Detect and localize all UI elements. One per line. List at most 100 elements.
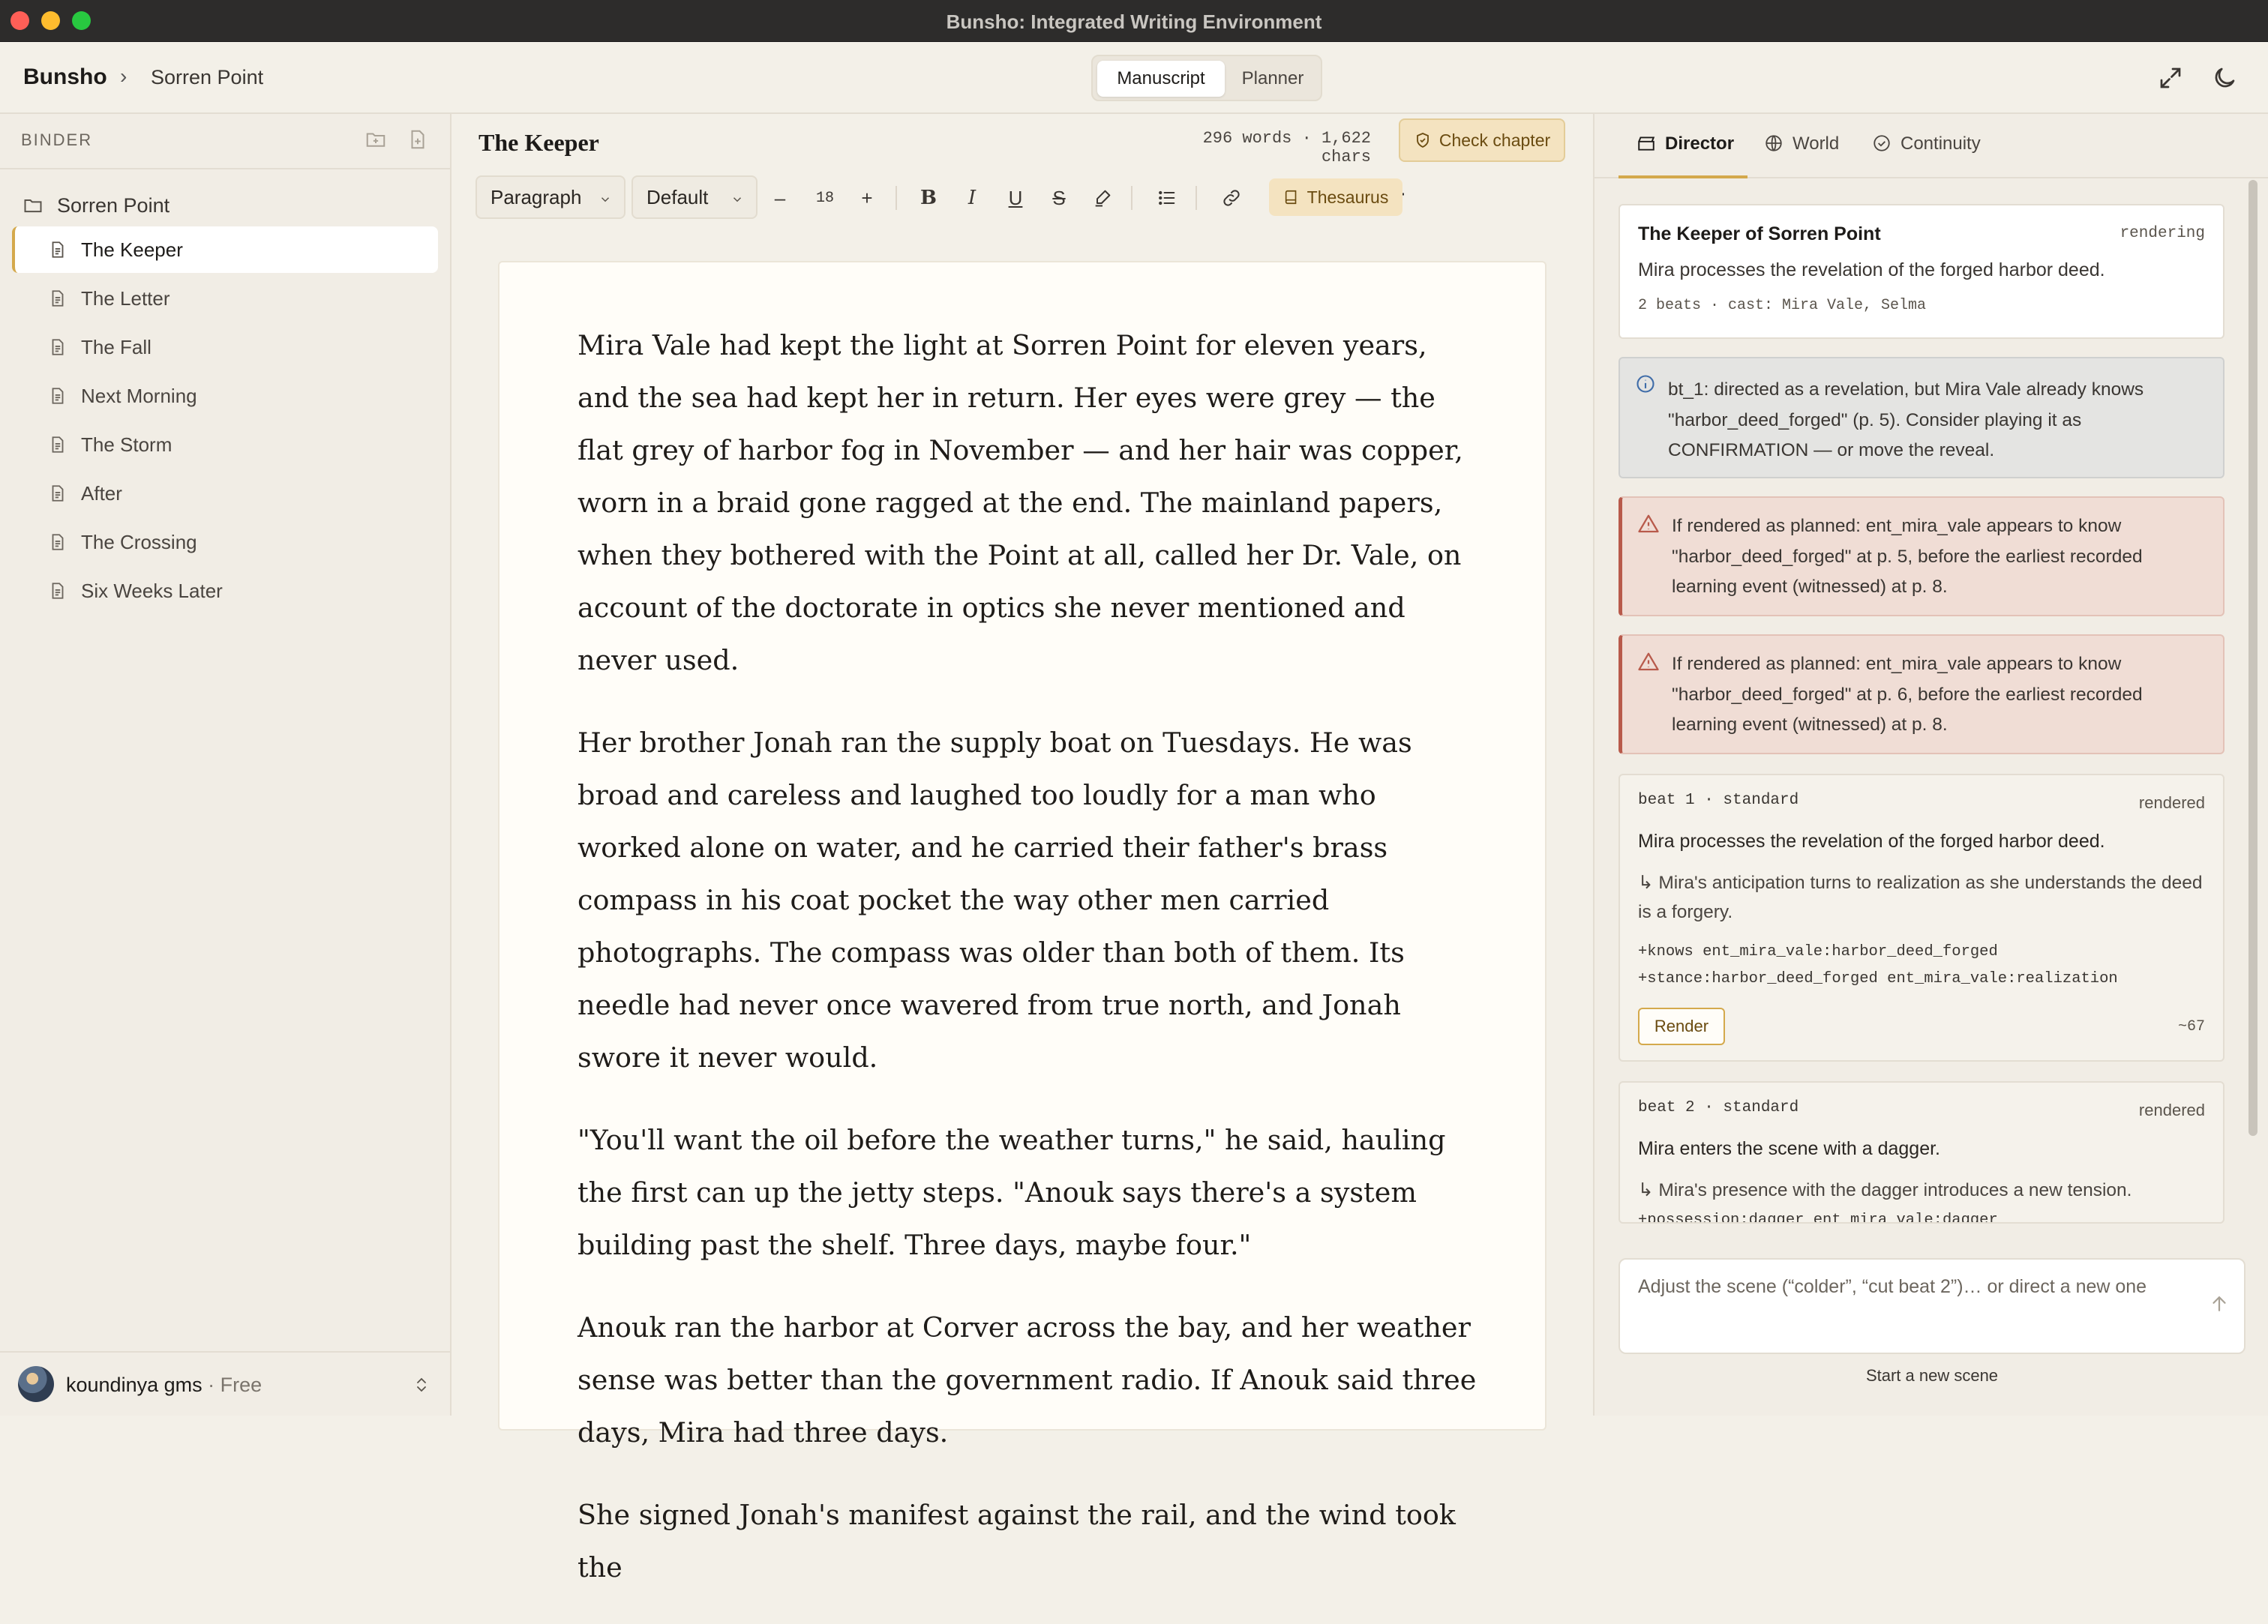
info-notice: bt_1: directed as a revelation, but Mira… [1618,357,2224,478]
shield-check-icon [1416,133,1429,148]
manuscript-page[interactable]: Mira Vale had kept the light at Sorren P… [498,261,1546,1584]
beat-card-2[interactable]: beat 2 · standard rendered Mira enters t… [1618,1081,2224,1224]
mode-switcher: Manuscript Planner [1091,55,1322,101]
chapter-item-the-crossing[interactable]: The Crossing [12,519,438,565]
tab-world-label: World [1792,133,1840,154]
paragraph-style-select[interactable]: Paragraph [476,175,626,219]
chapter-item-six-weeks-later[interactable]: Six Weeks Later [12,568,438,614]
check-circle-icon [1874,135,1890,151]
font-value: Default [646,185,709,208]
chapter-item-the-keeper[interactable]: The Keeper [12,226,438,273]
new-document-icon[interactable] [406,128,429,151]
document-icon [52,485,64,502]
beat-description: Mira processes the revelation of the for… [1638,831,2105,852]
highlighter-icon[interactable] [1088,183,1118,213]
chapter-label: The Storm [81,433,172,456]
tree-root-folder[interactable]: Sorren Point [22,189,170,222]
info-text: bt_1: directed as a revelation, but Mira… [1668,379,2144,460]
warning-icon [1638,652,1659,671]
tab-world[interactable]: World [1746,133,1851,178]
user-name: koundinya gms [66,1374,202,1396]
underline-button[interactable]: U [1000,183,1030,213]
document-icon [52,241,64,258]
chapter-label: The Crossing [81,530,197,553]
prompt-placeholder: Adjust the scene (“colder”, “cut beat 2”… [1638,1276,2147,1297]
chapter-item-the-storm[interactable]: The Storm [12,421,438,468]
warning-icon [1638,514,1659,533]
beat-card-1[interactable]: beat 1 · standard rendered Mira processe… [1618,774,2224,1062]
director-prompt-input[interactable]: Adjust the scene (“colder”, “cut beat 2”… [1618,1258,2246,1354]
chapter-item-the-letter[interactable]: The Letter [12,275,438,322]
manuscript-text[interactable]: Mira Vale had kept the light at Sorren P… [578,319,1485,1624]
paragraph-style-value: Paragraph [490,185,582,208]
warning-card: If rendered as planned: ent_mira_vale ap… [1618,496,2224,616]
editor-pane: The Keeper 296 words · 1,622 chars Check… [453,114,1593,1584]
new-folder-icon[interactable] [364,128,387,151]
app-header: Bunsho › Sorren Point Manuscript Planner [0,42,2268,114]
chevron-updown-icon[interactable] [412,1375,430,1395]
window-title: Bunsho: Integrated Writing Environment [946,10,1322,33]
check-chapter-button[interactable]: Check chapter [1399,118,1565,162]
paragraph[interactable]: Mira Vale had kept the light at Sorren P… [578,319,1485,687]
tab-planner[interactable]: Planner [1226,61,1319,97]
paragraph[interactable]: Anouk ran the harbor at Corver across th… [578,1302,1485,1459]
chapter-item-the-fall[interactable]: The Fall [12,324,438,370]
breadcrumb-project[interactable]: Sorren Point [151,66,263,89]
document-icon [52,436,64,453]
warning-text: If rendered as planned: ent_mira_vale ap… [1672,516,2143,597]
chapter-item-next-morning[interactable]: Next Morning [12,373,438,419]
tab-continuity-label: Continuity [1900,133,1981,154]
toolbar-divider [1196,186,1197,210]
tab-manuscript[interactable]: Manuscript [1097,61,1225,97]
paragraph[interactable]: Her brother Jonah ran the supply boat on… [578,717,1485,1084]
italic-button[interactable]: I [957,183,987,213]
tab-director[interactable]: Director [1618,133,1748,178]
render-button[interactable]: Render [1638,1008,1725,1045]
toolbar-divider [896,186,897,210]
paragraph[interactable]: She signed Jonah's manifest against the … [578,1489,1485,1594]
info-icon [1636,375,1654,393]
scene-card[interactable]: The Keeper of Sorren Point rendering Mir… [1618,204,2224,339]
link-icon[interactable] [1216,183,1246,213]
app-brand[interactable]: Bunsho [23,64,107,90]
beat-outcome: ↳ Mira's anticipation turns to realizati… [1638,873,2203,922]
beat-outcome: ↳ Mira's presence with the dagger introd… [1638,1180,2132,1200]
document-icon [52,388,64,404]
chapter-item-after[interactable]: After [12,470,438,517]
font-size-value[interactable]: 18 [810,183,840,213]
director-tabs: Director World Continuity [1594,114,2268,178]
document-icon [52,583,64,599]
chapter-title[interactable]: The Keeper [478,129,599,157]
font-select[interactable]: Default [632,175,758,219]
director-scrollbar[interactable] [2248,180,2258,1136]
paragraph[interactable]: "You'll want the oil before the weather … [578,1114,1485,1272]
send-arrow-icon[interactable] [2208,1293,2230,1315]
scene-summary: Mira processes the revelation of the for… [1638,259,2105,280]
chapter-label: Next Morning [81,384,197,407]
book-icon [1285,190,1296,205]
dark-mode-icon[interactable] [2211,64,2238,91]
bullet-list-icon[interactable] [1152,183,1182,213]
word-count: 296 words · 1,622 chars [1202,129,1371,166]
chevron-down-icon [601,197,610,202]
token-estimate: ~67 [2177,1018,2205,1035]
beat-header: beat 1 · standard [1638,792,1799,809]
bold-button[interactable]: B [914,183,944,213]
chevron-right-icon: › [120,64,128,88]
chapter-label: The Fall [81,335,152,358]
decrease-font-size-button[interactable]: – [765,183,795,213]
binder-sidebar: BINDER Sorren Point The Keeper The Lette… [0,114,452,1416]
chapter-label: After [81,481,122,505]
increase-font-size-button[interactable]: + [852,183,882,213]
beat-description: Mira enters the scene with a dagger. [1638,1138,1941,1159]
expand-icon[interactable] [2157,64,2184,91]
thesaurus-button[interactable]: Thesaurus [1269,178,1402,216]
avatar [18,1366,54,1402]
start-new-scene-link[interactable]: Start a new scene [1594,1366,2268,1386]
user-account-bar[interactable]: koundinya gms · Free [0,1351,452,1416]
tab-continuity[interactable]: Continuity [1854,133,1996,178]
warning-card: If rendered as planned: ent_mira_vale ap… [1618,634,2224,754]
beat-status: rendered [2138,1101,2205,1119]
folder-icon [24,199,42,213]
strikethrough-button[interactable]: S [1044,183,1074,213]
